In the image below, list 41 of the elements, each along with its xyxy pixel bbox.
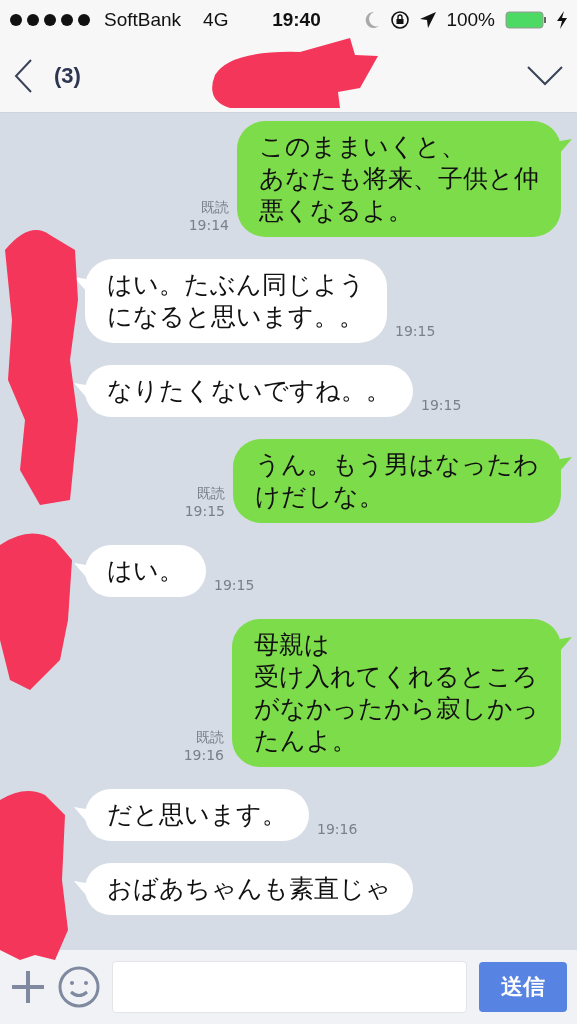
message-text: けだしな。 bbox=[255, 481, 385, 513]
message-text: だと思います。 bbox=[107, 799, 287, 831]
message-time: 19:15 bbox=[184, 503, 225, 519]
message-text: 母親は bbox=[254, 629, 331, 661]
read-receipt: 既読 bbox=[196, 729, 224, 747]
message-time: 19:14 bbox=[188, 217, 229, 233]
message-time: 19:16 bbox=[317, 821, 358, 837]
message-text: がなかったから寂しかっ bbox=[254, 693, 539, 725]
message-text: たんよ。 bbox=[254, 725, 358, 757]
message-text: おばあちゃんも素直じゃ bbox=[107, 873, 391, 905]
message-text: あなたも将来、子供と仲 bbox=[259, 163, 539, 195]
battery-percent: 100% bbox=[446, 9, 495, 31]
battery-icon bbox=[505, 11, 547, 29]
message-text: なりたくないですね。。 bbox=[107, 375, 391, 407]
moon-icon bbox=[364, 11, 381, 29]
message-time: 19:16 bbox=[183, 747, 224, 763]
message-text: このままいくと、 bbox=[259, 131, 467, 163]
send-button[interactable]: 送信 bbox=[479, 962, 567, 1012]
message-time: 19:15 bbox=[421, 397, 462, 413]
chevron-down-icon[interactable] bbox=[527, 66, 563, 86]
message-text: はい。 bbox=[107, 555, 184, 587]
emoji-icon[interactable] bbox=[58, 966, 100, 1008]
carrier-name: SoftBank bbox=[104, 9, 182, 31]
read-receipt: 既読 bbox=[197, 485, 225, 503]
message-time: 19:15 bbox=[395, 323, 436, 339]
message-input[interactable] bbox=[112, 961, 467, 1013]
message-time: 19:15 bbox=[214, 577, 255, 593]
plus-icon[interactable] bbox=[10, 969, 46, 1005]
charging-icon bbox=[557, 11, 567, 29]
message-text: はい。たぶん同じよう bbox=[107, 269, 365, 301]
message-text: 悪くなるよ。 bbox=[259, 195, 414, 227]
unread-count: (3) bbox=[54, 63, 81, 89]
location-arrow-icon bbox=[420, 12, 437, 28]
message-text: うん。もう男はなったわ bbox=[255, 449, 539, 481]
back-icon[interactable] bbox=[14, 59, 32, 93]
rotation-lock-icon bbox=[390, 10, 411, 30]
message-text: 受け入れてくれるところ bbox=[254, 661, 539, 693]
network-type: 4G bbox=[203, 9, 229, 31]
message-text: になると思います。。 bbox=[107, 301, 365, 333]
read-receipt: 既読 bbox=[201, 199, 229, 217]
clock-time: 19:40 bbox=[272, 9, 321, 31]
